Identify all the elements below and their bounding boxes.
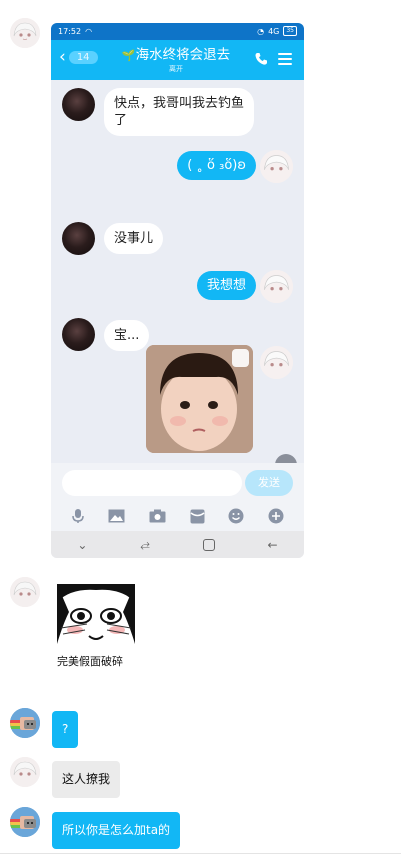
sprout-icon: 🌱 [121,49,136,62]
group-subtitle: 离开 [169,65,183,73]
chevron-down-icon[interactable]: ⌄ [77,538,87,552]
message-bubble[interactable]: 这人撩我 [52,761,121,798]
menu-icon[interactable] [278,53,292,68]
divider [0,853,401,854]
emoji-icon[interactable] [228,508,244,524]
unread-badge: 14 [68,51,98,64]
phone-call-icon[interactable] [254,52,268,66]
signal-icon: 4G [268,26,280,36]
user-avatar-nyan[interactable] [10,708,40,738]
meme-caption: 完美假面破碎 [57,655,123,668]
wifi-icon: ◠ [85,27,93,36]
camera-icon[interactable] [149,509,166,523]
image-icon[interactable] [108,509,125,523]
group-title-area[interactable]: 🌱海水终将会退去 离开 [111,43,241,74]
system-nav-bar: ⌄ ⥄ ← [51,531,304,558]
message-bubble[interactable]: 宝... [104,320,150,351]
self-avatar[interactable] [260,150,293,183]
status-bar: 17:52 ◠ ◔ 4G 35 [51,23,304,40]
send-button[interactable]: 发送 [245,470,293,496]
message-bubble[interactable]: 没事儿 [104,223,164,254]
chevron-left-icon: ‹ [59,47,66,67]
alarm-icon: ◔ [257,26,265,36]
self-avatar[interactable] [260,346,293,379]
message-list[interactable]: 快点，我哥叫我去钓鱼了 ( ˳ ὅ ₃ὅ)ʚ 没事儿 我想想 宝... [51,80,304,476]
recent-apps-icon[interactable]: ⥄ [140,537,150,552]
user-avatar-girl[interactable] [10,18,40,48]
chat-toolbar [51,501,304,531]
message-bubble[interactable]: 我想想 [196,271,256,300]
plus-icon[interactable] [268,508,284,524]
message-bubble[interactable]: ? [52,711,79,748]
message-bubble[interactable]: 所以你是怎么加ta的 [52,812,181,849]
message-bubble[interactable]: ( ˳ ὅ ₃ὅ)ʚ [177,151,256,180]
contact-avatar[interactable] [62,222,95,255]
home-icon[interactable] [202,538,215,551]
back-button[interactable]: ‹ 14 [59,49,98,66]
microphone-icon[interactable] [71,508,85,524]
chat-header: ‹ 14 🌱海水终将会退去 离开 [51,40,304,80]
message-bubble[interactable]: 快点，我哥叫我去钓鱼了 [104,88,254,136]
status-time: 17:52 [58,27,82,36]
input-bar: 发送 [51,463,304,501]
battery-icon: 35 [283,26,297,36]
user-avatar-nyan[interactable] [10,807,40,837]
contact-avatar[interactable] [62,88,95,121]
back-icon[interactable]: ← [268,538,278,552]
message-input[interactable] [62,470,242,496]
contact-avatar[interactable] [62,318,95,351]
user-avatar-girl[interactable] [10,577,40,607]
baby-photo-message[interactable] [146,345,253,453]
user-avatar-girl[interactable] [10,757,40,787]
chat-screenshot[interactable]: 17:52 ◠ ◔ 4G 35 ‹ 14 🌱海水终将会退去 离开 快点，我哥叫我… [51,23,304,558]
chat-page: 17:52 ◠ ◔ 4G 35 ‹ 14 🌱海水终将会退去 离开 快点，我哥叫我… [0,0,401,855]
self-avatar[interactable] [260,270,293,303]
red-packet-icon[interactable] [190,509,205,524]
group-title: 海水终将会退去 [135,47,231,63]
